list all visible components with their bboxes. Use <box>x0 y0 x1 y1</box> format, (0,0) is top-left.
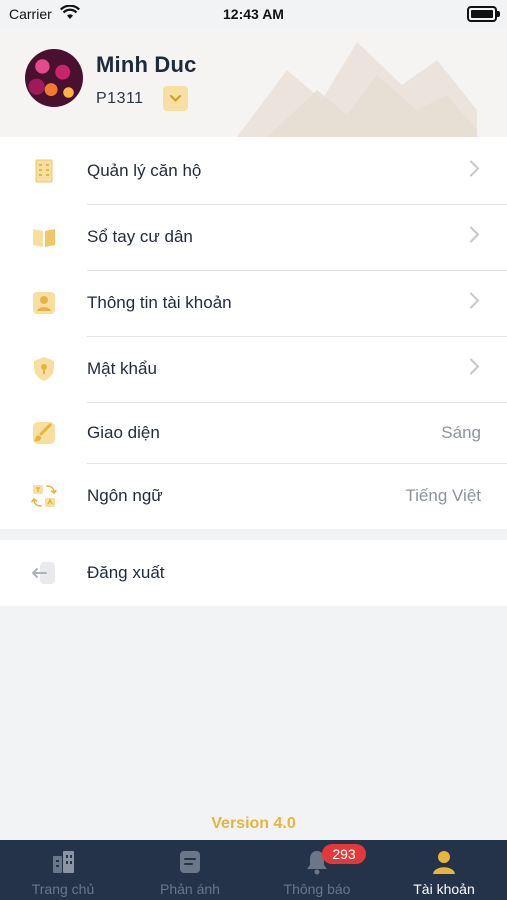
menu-item-label: Ngôn ngữ <box>87 486 163 505</box>
version-label: Version 4.0 <box>211 815 296 832</box>
tab-label: Tài khoản <box>413 881 475 897</box>
tab-feedback[interactable]: Phản ánh <box>127 840 253 900</box>
tab-home[interactable]: Trang chủ <box>0 840 126 900</box>
menu-item-label: Quản lý căn hộ <box>87 160 202 180</box>
user-card-icon <box>30 289 58 317</box>
chevron-down-icon <box>170 95 181 102</box>
paint-brush-icon <box>30 419 58 447</box>
language-value: Tiếng Việt <box>405 486 481 505</box>
tab-notifications[interactable]: 293 Thông báo <box>254 840 380 900</box>
logout-icon <box>30 559 58 587</box>
battery-icon <box>467 6 500 22</box>
unit-dropdown-button[interactable] <box>163 86 188 111</box>
unit-code: P1311 <box>96 90 144 107</box>
shield-lock-icon <box>30 355 58 383</box>
home-building-icon <box>49 848 77 881</box>
menu-item-label: Sổ tay cư dân <box>87 227 193 246</box>
chevron-right-icon <box>469 226 481 249</box>
tab-label: Phản ánh <box>160 881 220 897</box>
chevron-right-icon <box>469 292 481 315</box>
appearance-value: Sáng <box>441 422 481 442</box>
chevron-right-icon <box>469 159 481 182</box>
menu-item-account-info[interactable]: Thông tin tài khoản <box>0 270 507 336</box>
menu-item-handbook[interactable]: Sổ tay cư dân <box>0 204 507 270</box>
logout-button[interactable]: Đăng xuất <box>0 540 507 606</box>
profile-header: Minh Duc P1311 <box>0 30 507 137</box>
tab-label: Thông báo <box>283 881 351 897</box>
menu-item-language[interactable]: Ngôn ngữ Tiếng Việt <box>0 463 507 529</box>
menu-item-apartment[interactable]: Quản lý căn hộ <box>0 137 507 204</box>
menu-item-label: Mật khẩu <box>87 359 157 378</box>
building-icon <box>30 157 58 185</box>
menu-item-label: Giao diện <box>87 422 160 442</box>
menu-item-label: Thông tin tài khoản <box>87 293 232 312</box>
avatar[interactable] <box>25 49 83 107</box>
status-bar: Carrier 12:43 AM <box>0 0 507 30</box>
menu-item-password[interactable]: Mật khẩu <box>0 336 507 402</box>
tab-account[interactable]: Tài khoản <box>381 840 507 900</box>
user-name: Minh Duc <box>96 52 197 77</box>
settings-menu: Quản lý căn hộ Sổ tay cư dân Thông tin t… <box>0 137 507 529</box>
notification-badge: 293 <box>322 844 366 864</box>
tab-label: Trang chủ <box>31 881 95 897</box>
tab-bar: Trang chủ Phản ánh 293 Thông báo Tài kho… <box>0 840 507 900</box>
logout-label: Đăng xuất <box>87 563 165 582</box>
clock: 12:43 AM <box>223 6 284 22</box>
menu-item-appearance[interactable]: Giao diện Sáng <box>0 402 507 463</box>
account-icon <box>430 848 458 881</box>
mountain-decoration-icon <box>237 42 477 137</box>
translate-icon <box>30 482 58 510</box>
chevron-right-icon <box>469 358 481 381</box>
logout-section: Đăng xuất <box>0 540 507 606</box>
feedback-icon <box>176 848 204 881</box>
book-icon <box>30 223 58 251</box>
